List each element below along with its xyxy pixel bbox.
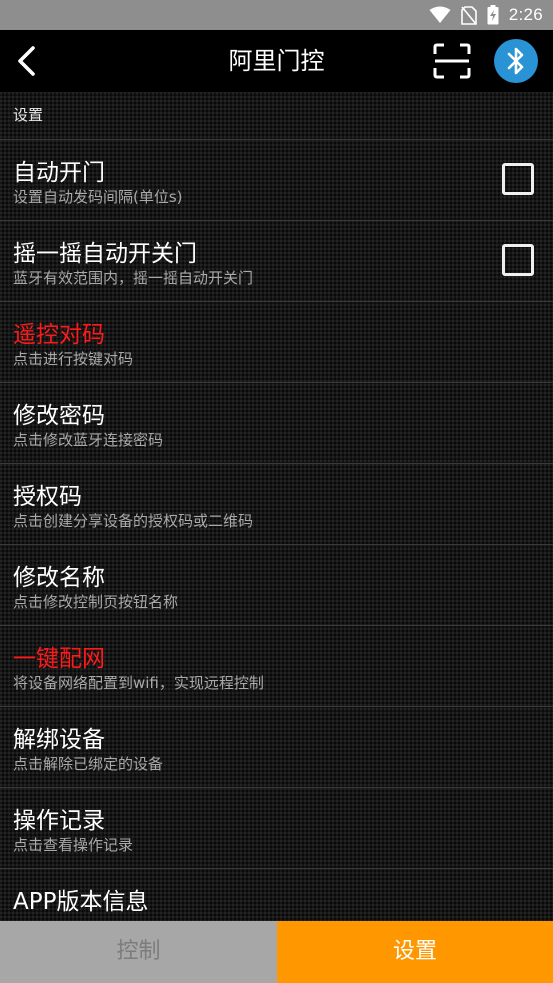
setting-row-network-config[interactable]: 一键配网 将设备网络配置到wifi，实现远程控制: [0, 626, 553, 707]
setting-row-rename[interactable]: 修改名称 点击修改控制页按钮名称: [0, 545, 553, 626]
row-subtitle: 设置自动发码间隔(单位s): [13, 188, 183, 206]
row-title: 修改名称: [13, 565, 105, 591]
row-title: 修改密码: [13, 403, 105, 429]
battery-charging-icon: [487, 5, 499, 25]
setting-row-remote-pairing[interactable]: 遥控对码 点击进行按键对码: [0, 302, 553, 383]
tab-settings[interactable]: 设置: [277, 921, 553, 983]
row-title: APP版本信息: [13, 889, 149, 915]
shake-checkbox[interactable]: [502, 244, 534, 276]
row-title: 授权码: [13, 484, 82, 510]
row-title: 遥控对码: [13, 322, 105, 348]
settings-list[interactable]: 设置 自动开门 设置自动发码间隔(单位s) 摇一摇自动开关门 蓝牙有效范围内，摇…: [0, 92, 553, 921]
setting-row-auth-code[interactable]: 授权码 点击创建分享设备的授权码或二维码: [0, 464, 553, 545]
row-subtitle: 点击修改控制页按钮名称: [13, 593, 179, 611]
row-title: 摇一摇自动开关门: [13, 241, 197, 267]
auto-open-checkbox[interactable]: [502, 163, 534, 195]
row-title: 操作记录: [13, 808, 105, 834]
status-icons: 2:26: [429, 0, 543, 30]
bluetooth-icon: [507, 47, 524, 75]
row-subtitle: 点击创建分享设备的授权码或二维码: [13, 512, 254, 530]
bottom-tab-bar: 控制 设置: [0, 921, 553, 983]
status-time: 2:26: [508, 5, 543, 24]
no-sim-icon: [460, 5, 477, 25]
setting-row-unbind[interactable]: 解绑设备 点击解除已绑定的设备: [0, 707, 553, 788]
row-title: 解绑设备: [13, 727, 105, 753]
row-title: 自动开门: [13, 160, 105, 186]
row-subtitle: 点击解除已绑定的设备: [13, 755, 164, 773]
back-button[interactable]: [6, 41, 46, 81]
setting-row-operation-log[interactable]: 操作记录 点击查看操作记录: [0, 788, 553, 869]
bluetooth-button[interactable]: [494, 39, 538, 83]
setting-row-change-password[interactable]: 修改密码 点击修改蓝牙连接密码: [0, 383, 553, 464]
scan-button[interactable]: [433, 43, 471, 79]
setting-row-auto-open[interactable]: 自动开门 设置自动发码间隔(单位s): [0, 140, 553, 221]
setting-row-app-version[interactable]: APP版本信息: [0, 869, 553, 921]
row-subtitle: 点击修改蓝牙连接密码: [13, 431, 164, 449]
status-bar: 2:26: [0, 0, 553, 30]
setting-row-shake[interactable]: 摇一摇自动开关门 蓝牙有效范围内，摇一摇自动开关门: [0, 221, 553, 302]
scan-icon: [433, 43, 471, 79]
app-bar: 阿里门控: [0, 30, 553, 92]
row-subtitle: 将设备网络配置到wifi，实现远程控制: [13, 674, 264, 692]
row-subtitle: 点击进行按键对码: [13, 350, 134, 368]
wifi-icon: [429, 6, 451, 23]
tab-control[interactable]: 控制: [0, 921, 277, 983]
row-subtitle: 蓝牙有效范围内，摇一摇自动开关门: [13, 269, 254, 287]
section-header: 设置: [0, 92, 553, 140]
row-subtitle: 点击查看操作记录: [13, 836, 134, 854]
back-arrow-icon: [18, 46, 35, 76]
row-title: 一键配网: [13, 646, 105, 672]
